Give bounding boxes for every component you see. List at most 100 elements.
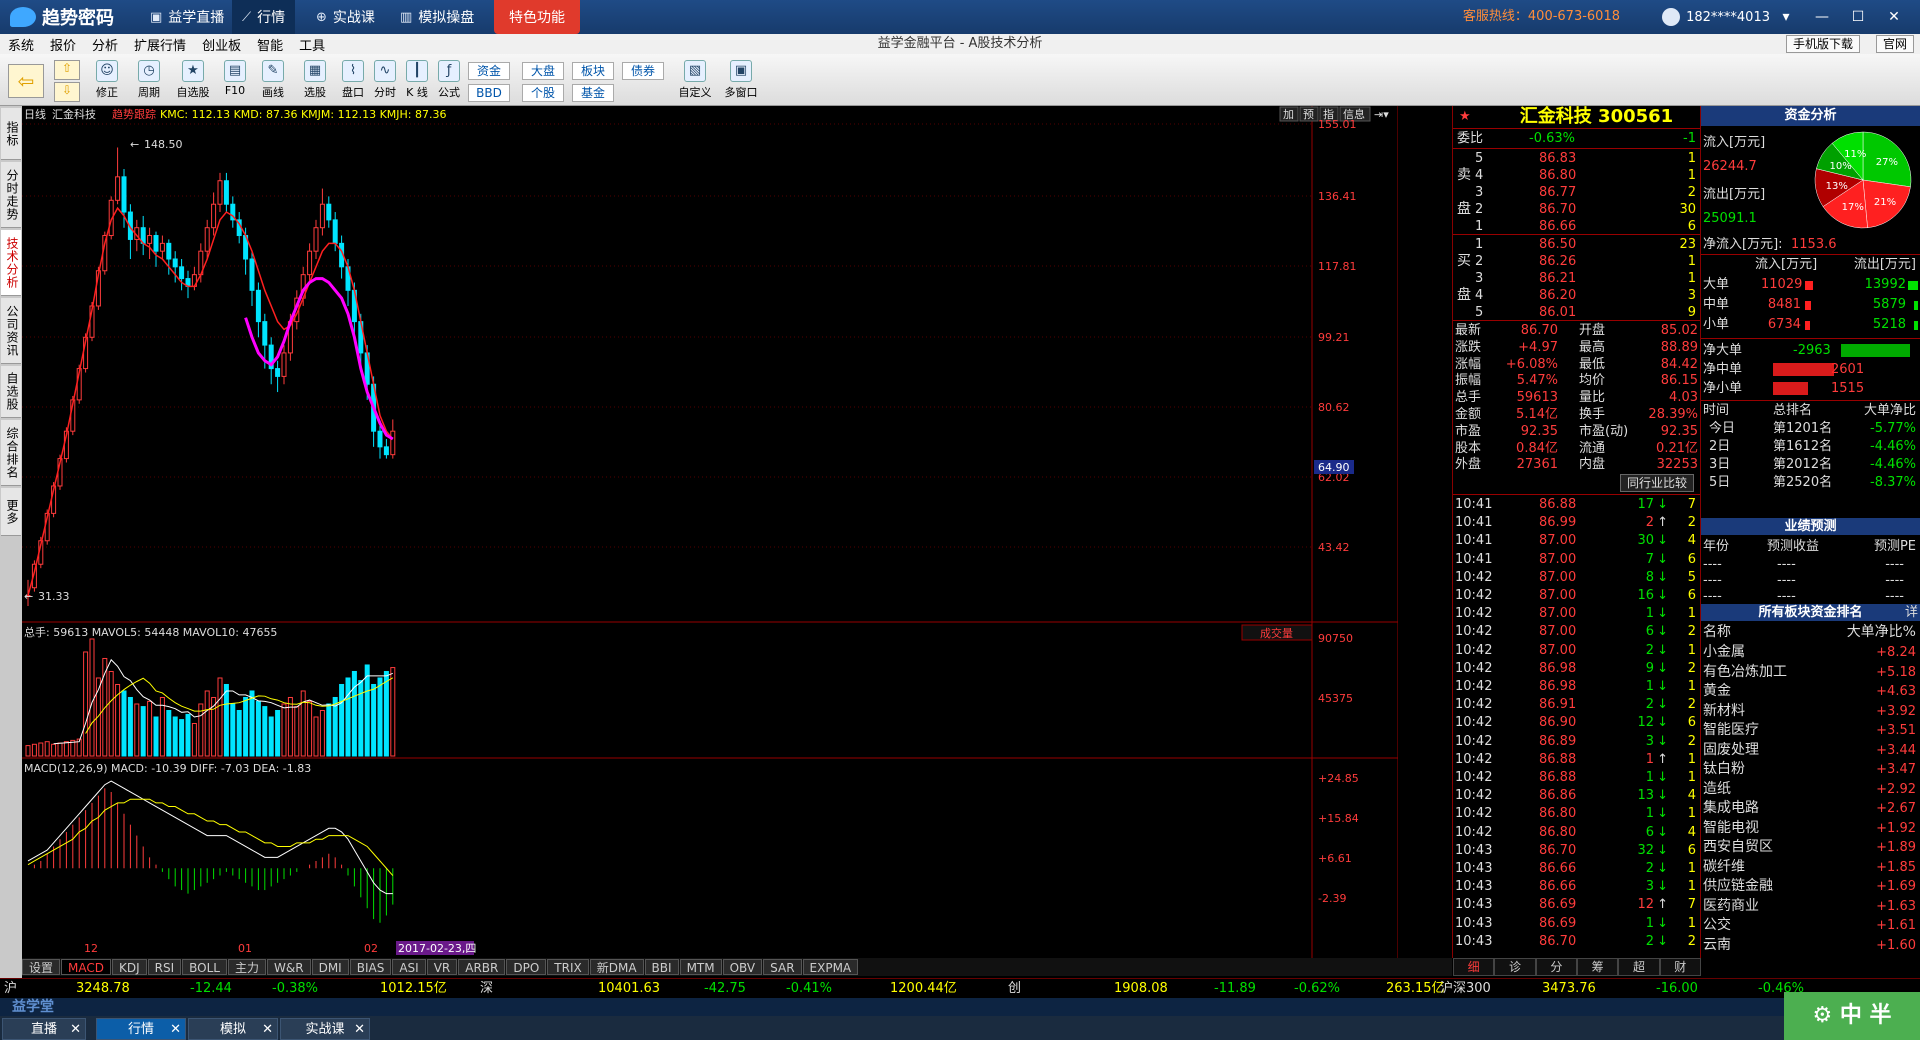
sector-row[interactable]: 云南 +1.60 [1701,937,1920,954]
tab-intraday[interactable]: 分时走势 [1,162,21,228]
multiwindow-button[interactable]: ▣ 多窗口 [720,60,762,104]
sector-row[interactable]: 钛白粉 +3.47 [1701,761,1920,778]
ime-indicator[interactable]: ⚙ 中 半 [1784,992,1920,1040]
nav-simulate[interactable]: ▥ 模拟操盘 [390,0,484,34]
nav-special[interactable]: 特色功能 [494,0,580,34]
mobile-download-button[interactable]: 手机版下载 [1785,35,1860,53]
sector-row[interactable]: 西安自贸区 +1.89 [1701,839,1920,856]
maximize-button[interactable]: ☐ [1844,0,1872,34]
favorite-star-icon[interactable]: ★ [1459,106,1471,128]
sector-row[interactable]: 碳纤维 +1.85 [1701,859,1920,876]
watchlist-button[interactable]: ★ 自选股 [176,60,210,104]
website-button[interactable]: 官网 [1875,35,1914,53]
indicator-tab[interactable]: 主力 [228,959,267,975]
sector-row[interactable]: 小金属 +8.24 [1701,644,1920,661]
indicator-tab[interactable]: DPO [506,959,547,975]
user-account[interactable]: 182****4013 [1662,0,1770,34]
kline-chart[interactable]: 日线 汇金科技 趋势跟踪 KMC: 112.13 KMD: 87.36 KMJM… [22,106,1399,958]
close-button[interactable]: ✕ [1880,0,1908,34]
tab-ranking[interactable]: 综合排名 [1,420,21,486]
quote-bottom-tab[interactable]: 细 [1453,958,1495,976]
peer-compare-button[interactable]: 同行业比较 [1619,474,1694,492]
menu-quote[interactable]: 报价 [42,35,84,54]
tab-more[interactable]: 更多 [1,488,21,536]
period-button[interactable]: ◷ 周期 [132,60,166,104]
quote-bottom-tab[interactable]: 财 [1659,958,1701,976]
sector-dropdown[interactable]: 板块 [572,62,614,80]
f10-button[interactable]: ▤ F10 [218,60,252,104]
custom-button[interactable]: ▧ 自定义 [678,60,712,104]
menu-system[interactable]: 系统 [0,35,42,54]
indicator-tab[interactable]: OBV [722,959,763,975]
indicator-tab[interactable]: W&R [267,959,311,975]
sector-detail-button[interactable]: 详 [1905,604,1918,621]
indicator-tab[interactable]: BOLL [182,959,227,975]
indicator-tab[interactable]: BIAS [349,959,392,975]
forecast-button[interactable]: 预 [1303,108,1314,121]
sector-row[interactable]: 智能医疗 +3.51 [1701,722,1920,739]
close-icon[interactable]: ✕ [354,1019,365,1040]
intraday-button[interactable]: ∿ 分时 [368,60,402,104]
close-icon[interactable]: ✕ [262,1019,273,1040]
index-dropdown[interactable]: 大盘 [522,62,564,80]
sector-row[interactable]: 智能电视 +1.92 [1701,820,1920,837]
sector-row[interactable]: 造纸 +2.92 [1701,781,1920,798]
indicator-tab[interactable]: BBI [644,959,679,975]
nav-live[interactable]: ▣ 益学直播 [140,0,234,34]
sector-row[interactable]: 固废处理 +3.44 [1701,742,1920,759]
back-arrow-icon[interactable]: ⇦ [8,64,44,98]
indicator-tab[interactable]: KDJ [112,959,147,975]
capital-dropdown[interactable]: 资金 [468,62,510,80]
indicator-tab[interactable]: DMI [311,959,349,975]
indicator-tab[interactable]: VR [426,959,458,975]
menu-analysis[interactable]: 分析 [84,35,126,54]
screener-button[interactable]: ▦ 选股 [298,60,332,104]
fund-dropdown[interactable]: 基金 [572,84,614,102]
bond-button[interactable]: 债券 [622,62,664,80]
add-button[interactable]: 加 [1283,108,1294,121]
indicator-tab[interactable]: 新DMA [589,959,644,975]
quote-bottom-tab[interactable]: 诊 [1494,958,1536,976]
indicator-tab[interactable]: MTM [679,959,722,975]
sector-row[interactable]: 黄金 +4.63 [1701,683,1920,700]
nav-course[interactable]: ⊕ 实战课 [306,0,385,34]
sector-row[interactable]: 医药商业 +1.63 [1701,898,1920,915]
volume-selector[interactable]: 成交量 [1260,626,1293,640]
expand-icon[interactable]: ⇥▾ [1374,108,1389,121]
quote-bottom-tab[interactable]: 分 [1535,958,1577,976]
taskbar-tab-market[interactable]: 行情 ✕ [96,1018,186,1040]
menu-dropdown-button[interactable]: ▾ [1772,0,1800,34]
taskbar-tab-course[interactable]: 实战课 ✕ [280,1018,370,1040]
draw-button[interactable]: ✎ 画线 [256,60,290,104]
indicator-tab[interactable]: TRIX [547,959,589,975]
minimize-button[interactable]: — [1808,0,1836,34]
tab-indicator[interactable]: 指标 [1,108,21,160]
nav-market[interactable]: ⟋ 行情 [232,0,296,34]
taskbar-tab-simulate[interactable]: 模拟 ✕ [188,1018,278,1040]
formula-button[interactable]: ƒ 公式 [432,60,466,104]
taskbar-tab-live[interactable]: 直播 ✕ [2,1018,86,1040]
sector-row[interactable]: 公交 +1.61 [1701,917,1920,934]
indicator-tab[interactable]: 设置 [22,959,61,975]
quote-bottom-tab[interactable]: 超 [1618,958,1660,976]
fix-button[interactable]: ☺ 修正 [90,60,124,104]
bbd-button[interactable]: BBD [468,84,510,102]
sector-row[interactable]: 集成电路 +2.67 [1701,800,1920,817]
sector-row[interactable]: 新材料 +3.92 [1701,703,1920,720]
indicator-tab[interactable]: RSI [147,959,182,975]
indicator-tab[interactable]: MACD [61,959,111,975]
stock-dropdown[interactable]: 个股 [522,84,564,102]
menu-smart[interactable]: 智能 [249,35,291,54]
indicator-tab[interactable]: ARBR [458,959,506,975]
quote-bottom-tab[interactable]: 筹 [1576,958,1619,976]
menu-tools[interactable]: 工具 [291,35,333,54]
tab-company-news[interactable]: 公司资讯 [1,298,21,364]
close-icon[interactable]: ✕ [70,1019,81,1040]
sector-row[interactable]: 供应链金融 +1.69 [1701,878,1920,895]
chart-area[interactable]: 日线 汇金科技 趋势跟踪 KMC: 112.13 KMD: 87.36 KMJM… [22,106,1399,958]
tab-watchlist[interactable]: 自选股 [1,366,21,418]
menu-extended[interactable]: 扩展行情 [126,35,194,54]
sector-row[interactable]: 有色冶炼加工 +5.18 [1701,664,1920,681]
close-icon[interactable]: ✕ [170,1019,181,1040]
down-arrow-icon[interactable]: ⇩ [54,82,80,102]
